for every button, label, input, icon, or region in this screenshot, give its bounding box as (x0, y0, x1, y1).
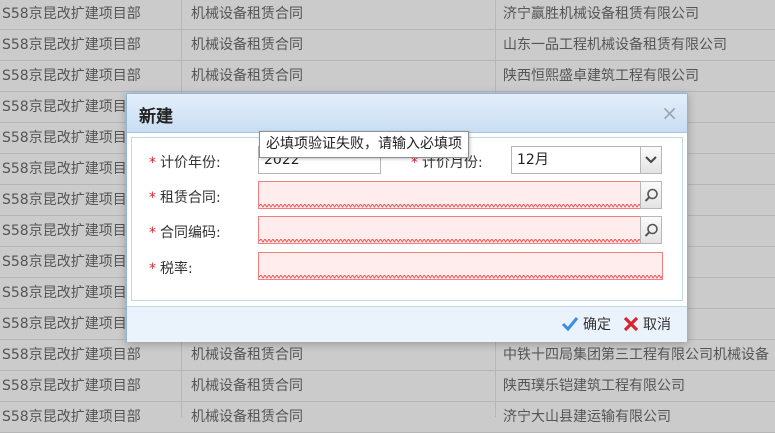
chevron-down-icon (645, 156, 657, 164)
validation-tooltip: 必填项验证失败，请输入必填项 (259, 131, 469, 158)
table-row[interactable]: S58京昆改扩建项目部 机械设备租赁合同 陕西璞乐铠建筑工程有限公司 (0, 371, 775, 402)
company-cell: 陕西璞乐铠建筑工程有限公司 (503, 378, 685, 394)
dialog-form: * 计价年份: 2022 * 计价月份: 12月 * 租赁合同: * 合同编码: * 税率… (131, 137, 683, 301)
dialog-footer: 确定 取消 (127, 306, 687, 342)
contract-code-search-button[interactable] (640, 216, 662, 244)
required-mark: * (149, 261, 156, 277)
dialog-title: 新建 (139, 107, 173, 127)
table-row[interactable]: S58京昆改扩建项目部 机械设备租赁合同 济宁大山县建运输有限公司 (0, 402, 775, 433)
company-cell: 济宁大山县建运输有限公司 (503, 409, 671, 425)
contract-type-cell: 机械设备租赁合同 (191, 68, 303, 84)
project-cell: S58京昆改扩建项目部 (2, 347, 141, 363)
checkmark-icon (561, 317, 579, 332)
project-cell: S58京昆改扩建项目部 (2, 409, 141, 425)
month-select[interactable]: 12月 (511, 146, 641, 174)
search-icon (644, 223, 658, 237)
month-dropdown-button[interactable] (640, 146, 662, 174)
cancel-button[interactable]: 取消 (623, 314, 671, 334)
company-cell: 中铁十四局集团第三工程有限公司机械设备 (503, 347, 769, 363)
project-cell: S58京昆改扩建项目部 (2, 68, 141, 84)
cross-icon (623, 316, 639, 332)
table-row[interactable]: S58京昆改扩建项目部 机械设备租赁合同 陕西恒熙盛卓建筑工程有限公司 (0, 61, 775, 92)
contract-type-cell: 机械设备租赁合同 (191, 347, 303, 363)
project-cell: S58京昆改扩建项目部 (2, 37, 141, 53)
required-mark: * (149, 155, 156, 171)
error-underline (259, 239, 640, 243)
contract-input[interactable] (258, 181, 641, 209)
required-mark: * (149, 190, 156, 206)
contract-type-cell: 机械设备租赁合同 (191, 409, 303, 425)
contract-code-label: * 合同编码: (149, 225, 221, 241)
contract-type-cell: 机械设备租赁合同 (191, 37, 303, 53)
required-mark: * (149, 225, 156, 241)
project-cell: S58京昆改扩建项目部 (2, 6, 141, 22)
table-row[interactable]: S58京昆改扩建项目部 机械设备租赁合同 山东一品工程机械设备租赁有限公司 (0, 30, 775, 61)
tax-rate-input[interactable] (258, 252, 663, 280)
confirm-button[interactable]: 确定 (561, 314, 611, 334)
company-cell: 山东一品工程机械设备租赁有限公司 (503, 37, 727, 53)
contract-search-button[interactable] (640, 181, 662, 209)
contract-code-input[interactable] (258, 216, 641, 244)
error-underline (259, 204, 640, 208)
year-label: * 计价年份: (149, 155, 221, 171)
tax-label: * 税率: (149, 261, 193, 277)
close-icon[interactable]: × (661, 103, 678, 123)
table-row[interactable]: S58京昆改扩建项目部 机械设备租赁合同 济宁赢胜机械设备租赁有限公司 (0, 0, 775, 30)
table-row[interactable]: S58京昆改扩建项目部 机械设备租赁合同 中铁十四局集团第三工程有限公司机械设备 (0, 340, 775, 371)
company-cell: 济宁赢胜机械设备租赁有限公司 (503, 6, 699, 22)
contract-type-cell: 机械设备租赁合同 (191, 378, 303, 394)
dialog-header[interactable]: 新建 × (127, 94, 687, 133)
contract-type-cell: 机械设备租赁合同 (191, 6, 303, 22)
error-underline (259, 275, 662, 279)
project-cell: S58京昆改扩建项目部 (2, 378, 141, 394)
search-icon (644, 188, 658, 202)
company-cell: 陕西恒熙盛卓建筑工程有限公司 (503, 68, 699, 84)
contract-label: * 租赁合同: (149, 190, 221, 206)
